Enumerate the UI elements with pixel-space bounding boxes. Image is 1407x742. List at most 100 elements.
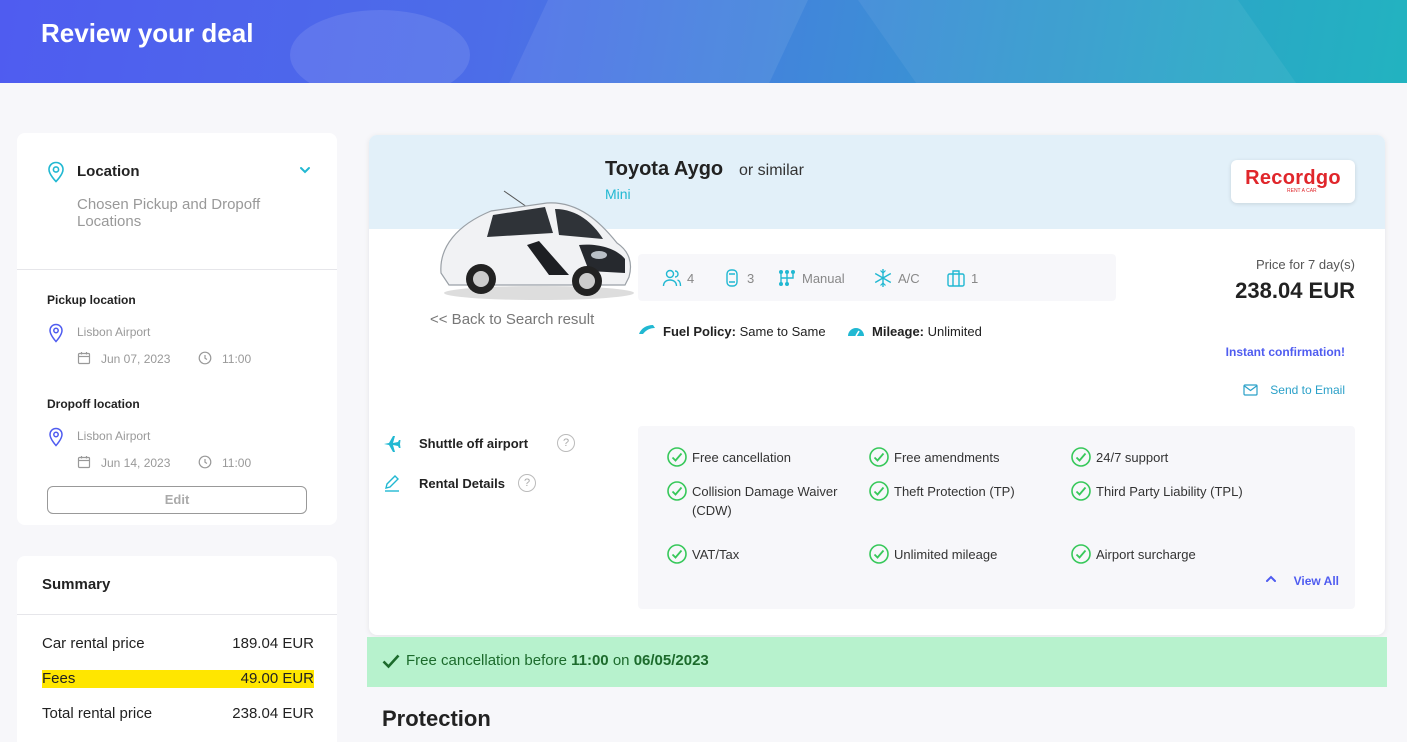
location-card: Location Chosen Pickup and Dropoff Locat… xyxy=(17,133,337,525)
mileage-value: Unlimited xyxy=(927,324,982,339)
car-specs: 4 3 Manual A/C 1 xyxy=(638,254,1116,301)
summary-row-total: Total rental price 238.04 EUR xyxy=(42,705,314,723)
supplier-tagline: RENT A CAR xyxy=(1287,188,1317,194)
total-price: 238.04 EUR xyxy=(1235,278,1355,303)
clock-icon xyxy=(198,351,212,365)
car-door-icon xyxy=(726,269,738,287)
view-all-link[interactable]: View All xyxy=(1294,574,1339,588)
send-to-email-link[interactable]: Send to Email xyxy=(1270,383,1345,397)
car-or-similar: or similar xyxy=(739,162,804,179)
pickup-date: Jun 07, 2023 xyxy=(101,352,171,366)
hero-background-shape xyxy=(829,0,1351,83)
mileage-label: Mileage: xyxy=(872,324,925,339)
fuel-policy-value: Same to Same xyxy=(739,324,826,339)
deal-card: Toyota Aygo or similar Mini Recordgo REN… xyxy=(369,135,1385,635)
extra-label: Shuttle off airport xyxy=(419,436,529,451)
summary-row-value: 238.04 EUR xyxy=(232,705,314,722)
location-subtitle: Chosen Pickup and Dropoff Locations xyxy=(77,196,261,230)
check-circle-icon xyxy=(869,447,889,467)
inclusion-label: Third Party Liability (TPL) xyxy=(1096,484,1243,499)
checkmark-icon xyxy=(382,654,400,669)
calendar-icon xyxy=(77,352,91,365)
hero-background-shape xyxy=(290,10,470,83)
inclusion-label: Free amendments xyxy=(894,450,1000,465)
inclusion-label: Unlimited mileage xyxy=(894,547,998,562)
page-title: Review your deal xyxy=(41,18,254,48)
hero-background-shape xyxy=(473,0,827,83)
cancellation-text: Free cancellation before 11:00 on 06/05/… xyxy=(406,652,709,669)
map-pin-icon xyxy=(49,323,63,343)
map-pin-icon xyxy=(48,161,64,183)
gearbox-icon xyxy=(779,270,795,286)
clock-icon xyxy=(198,455,212,469)
spec-doors-value: 3 xyxy=(747,271,755,286)
protection-heading: Protection xyxy=(382,706,491,731)
chevron-down-icon[interactable] xyxy=(298,165,312,175)
help-icon[interactable]: ? xyxy=(557,434,575,452)
car-name: Toyota Aygo xyxy=(605,158,724,180)
dropoff-place: Lisbon Airport xyxy=(77,429,151,443)
extra-label: Rental Details xyxy=(419,476,505,491)
summary-row-car-rental: Car rental price 189.04 EUR xyxy=(42,635,314,653)
spec-transmission-value: Manual xyxy=(802,271,845,286)
fuel-policy: Fuel Policy: Same to Same xyxy=(663,324,826,339)
free-cancellation-banner: Free cancellation before 11:00 on 06/05/… xyxy=(367,637,1387,687)
fuel-icon xyxy=(639,325,655,334)
supplier-name: Recordgo xyxy=(1245,167,1341,189)
check-circle-icon xyxy=(869,544,889,564)
fuel-policy-label: Fuel Policy: xyxy=(663,324,736,339)
summary-row-value: 49.00 EUR xyxy=(240,670,314,687)
summary-row-value: 189.04 EUR xyxy=(232,635,314,652)
back-to-search-link[interactable]: << Back to Search result xyxy=(430,311,594,328)
snowflake-icon xyxy=(874,269,892,287)
summary-row-label: Fees xyxy=(42,670,76,687)
chevron-up-icon[interactable] xyxy=(1265,574,1277,584)
check-circle-icon xyxy=(667,481,687,501)
dropoff-date: Jun 14, 2023 xyxy=(101,456,171,470)
help-icon[interactable]: ? xyxy=(518,474,536,492)
cancellation-prefix: Free cancellation before xyxy=(406,652,567,669)
summary-title: Summary xyxy=(42,576,111,593)
dropoff-time: 11:00 xyxy=(222,456,252,470)
inclusion-label: VAT/Tax xyxy=(692,547,740,562)
edit-button[interactable]: Edit xyxy=(47,486,307,514)
hero-banner: Review your deal xyxy=(0,0,1407,83)
dropoff-label: Dropoff location xyxy=(47,397,140,411)
check-circle-icon xyxy=(667,544,687,564)
passengers-icon xyxy=(662,269,682,287)
summary-row-fees: Fees 49.00 EUR xyxy=(42,670,314,688)
location-title: Location xyxy=(77,163,140,180)
airplane-icon xyxy=(384,436,401,452)
supplier-logo: Recordgo RENT A CAR xyxy=(1231,160,1355,203)
mail-icon[interactable] xyxy=(1243,384,1258,396)
map-pin-icon xyxy=(49,427,63,447)
cancellation-on: on xyxy=(612,652,630,669)
divider xyxy=(17,614,337,615)
pickup-time: 11:00 xyxy=(222,352,252,366)
inclusion-label: Theft Protection (TP) xyxy=(894,484,1015,499)
calendar-icon xyxy=(77,456,91,469)
cancellation-date: 06/05/2023 xyxy=(633,652,709,669)
check-circle-icon xyxy=(667,447,687,467)
car-class: Mini xyxy=(605,186,631,202)
check-circle-icon xyxy=(869,481,889,501)
mileage-policy: Mileage: Unlimited xyxy=(872,324,982,339)
check-circle-icon xyxy=(1071,544,1091,564)
spec-ac-value: A/C xyxy=(898,271,920,286)
inclusion-label: Airport surcharge xyxy=(1096,547,1196,562)
summary-row-label: Car rental price xyxy=(42,635,145,652)
instant-confirmation: Instant confirmation! xyxy=(1225,345,1345,359)
pencil-icon xyxy=(385,475,399,492)
check-circle-icon xyxy=(1071,481,1091,501)
speedometer-icon xyxy=(848,328,864,337)
cancellation-time: 11:00 xyxy=(571,652,609,669)
spec-passengers-value: 4 xyxy=(687,271,695,286)
suitcase-icon xyxy=(947,270,965,287)
inclusions-list: Free cancellation Free amendments 24/7 s… xyxy=(638,426,1355,609)
summary-row-label: Total rental price xyxy=(42,705,153,722)
summary-card: Summary Car rental price 189.04 EUR Fees… xyxy=(17,556,337,742)
location-accordion-header[interactable]: Location Chosen Pickup and Dropoff Locat… xyxy=(17,133,337,270)
check-circle-icon xyxy=(1071,447,1091,467)
car-image xyxy=(440,190,634,300)
inclusion-label: Collision Damage Waiver (CDW) xyxy=(692,484,838,518)
